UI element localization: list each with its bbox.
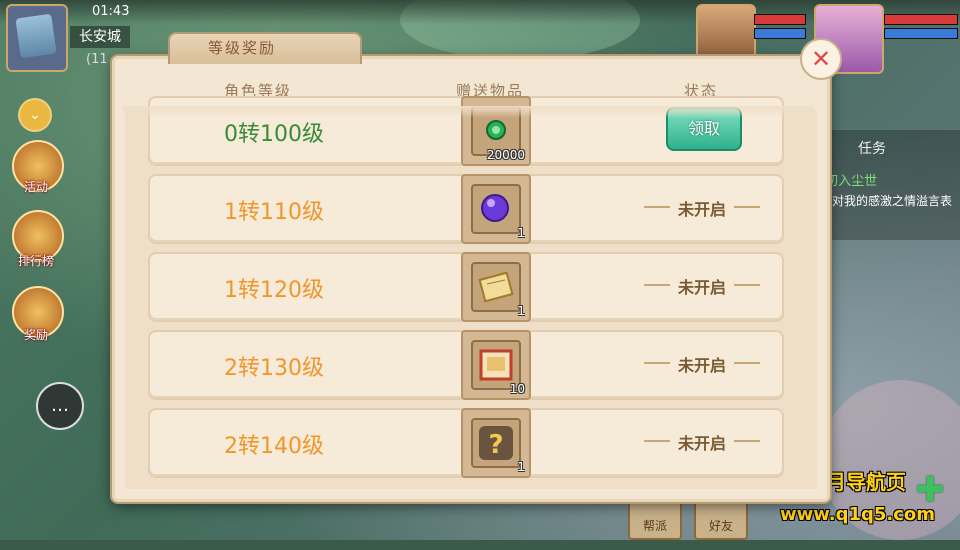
guild-label: 帮派 [642,519,667,533]
svg-text:?: ? [488,430,503,460]
task-title: 任务 [858,141,886,157]
guild-button[interactable]: 帮派 [628,500,682,540]
watermark-url: www.q1q5.com [780,504,936,525]
status-locked: 未开启 [642,274,762,298]
reward-slot[interactable]: 10 [461,330,531,400]
pet-hp-bar [754,14,806,25]
status-locked: 未开启 [642,430,762,454]
map-icon [15,13,57,59]
city-coordinates: (11 [86,52,108,67]
status-locked: 未开启 [642,352,762,376]
reward-slot[interactable]: ? 1 [461,408,531,478]
city-name: 长安城 [70,26,130,48]
player-hp-bar [884,14,958,25]
collapse-chevron-icon[interactable]: ⌄ [18,98,52,132]
close-icon: ✕ [810,45,832,73]
activity-label: 活动 [23,180,48,194]
item-quantity: 1 [517,304,525,318]
task-quest-desc: 大妈对我的感激之情溢言表啊 [808,194,953,225]
map-button[interactable] [6,4,68,72]
item-quantity: 1 [517,226,525,240]
row-level: 1转110级 [224,200,324,225]
clock-text: 01:43 [92,4,130,19]
reward-slot[interactable]: 1 [461,174,531,244]
row-level: 2转140级 [224,434,324,459]
item-quantity: 1 [517,460,525,474]
pet-avatar[interactable] [696,4,756,64]
reward-label: 奖励 [23,328,48,342]
reward-slot[interactable]: 1 [461,252,531,322]
close-button[interactable]: ✕ [800,38,842,80]
dialog-title: 等级奖励 [208,39,277,57]
friends-button[interactable]: 好友 [694,500,748,540]
pet-mp-bar [754,28,806,39]
item-quantity: 20000 [486,148,525,162]
purple-orb-icon [471,184,521,234]
row-level: 0转100级 [224,122,324,147]
ranking-label: 排行榜 [17,254,54,268]
list-top-fade [122,106,814,118]
question-mark-icon: ? [471,418,521,468]
row-level: 2转130级 [224,356,324,381]
player-mp-bar [884,28,958,39]
scroll-book-icon [471,262,521,312]
status-locked: 未开启 [642,196,762,220]
row-level: 1转120级 [224,278,324,303]
chat-bubble-icon[interactable]: … [36,382,84,430]
item-quantity: 10 [509,382,525,396]
friends-label: 好友 [708,519,733,533]
